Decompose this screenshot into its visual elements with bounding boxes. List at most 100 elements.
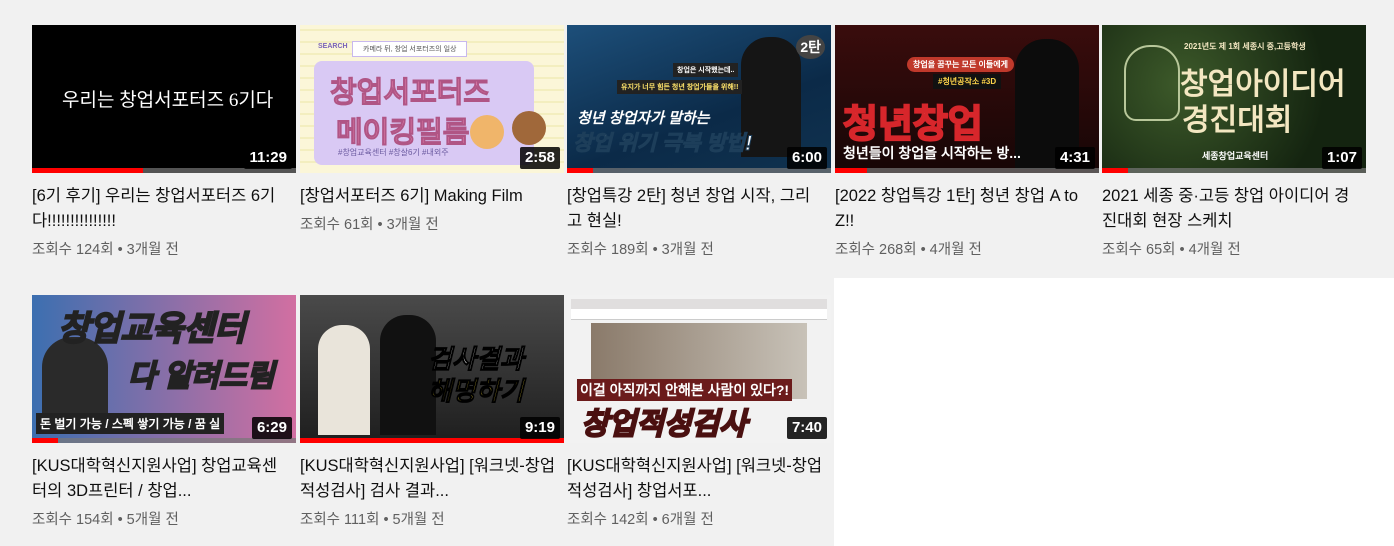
browser-address-bar [571, 309, 827, 320]
video-meta: 조회수 111회 • 5개월 전 [300, 510, 564, 530]
video-card[interactable]: 검사결과 해명하기 9:19 [KUS대학혁신지원사업] [워크넷-창업적성검사… [300, 295, 564, 530]
video-card[interactable]: 우리는 창업서포터즈 6기다 11:29 [6기 후기] 우리는 창업서포터즈 … [32, 25, 296, 260]
thumbnail-caption: SEARCH [318, 43, 348, 50]
video-meta: 조회수 65회 • 4개월 전 [1102, 240, 1366, 260]
duration-badge: 4:31 [1054, 147, 1095, 169]
character-illustration [512, 111, 546, 145]
thumbnail-caption: 이걸 아직까지 안해본 사람이 있다?! [577, 379, 793, 401]
video-thumbnail[interactable]: 창업교육센터 다 알려드림 돈 벌기 가능 / 스펙 쌓기 가능 / 꿈 실 6… [32, 295, 296, 443]
video-thumbnail[interactable]: 우리는 창업서포터즈 6기다 11:29 [32, 25, 296, 173]
upload-age: 4개월 전 [929, 242, 982, 258]
duration-badge: 11:29 [244, 147, 292, 169]
video-thumbnail[interactable]: 검사결과 해명하기 9:19 [300, 295, 564, 443]
upload-age: 4개월 전 [1188, 242, 1241, 258]
video-card[interactable]: SEARCH 카메라 뒤, 창업 서포터즈의 일상 창업서포터즈 메이킹필름 #… [300, 25, 564, 235]
thumbnail-caption: 2탄 [796, 35, 825, 59]
thumbnail-caption: 다 알려드림 [127, 359, 275, 394]
video-title[interactable]: [KUS대학혁신지원사업] [워크넷-창업적성검사] 검사 결과... [300, 454, 564, 504]
thumbnail-caption: 메이킹필름 [335, 117, 470, 150]
thumbnail-caption: 창업은 시작했는데.. [673, 63, 739, 77]
thumbnail-caption: 유지가 너무 힘든 청년 창업가들을 위해!! [617, 80, 743, 94]
view-count: 조회수 65회 [1102, 242, 1176, 258]
meta-separator: • [117, 512, 123, 528]
duration-badge: 2:58 [519, 147, 560, 169]
thumbnail-caption: 돈 벌기 가능 / 스펙 쌓기 가능 / 꿈 실 [36, 413, 225, 434]
thumbnail-caption: 청년 창업자가 말하는 [577, 110, 710, 127]
meta-separator: • [920, 242, 926, 258]
view-count: 조회수 61회 [300, 217, 374, 233]
duration-badge: 6:29 [251, 417, 292, 439]
view-count: 조회수 111회 [300, 512, 380, 528]
thumbnail-caption: 창업을 꿈꾸는 모든 이들에게 [907, 57, 1014, 72]
video-card[interactable]: 이걸 아직까지 안해본 사람이 있다?! 창업적성검사 7:40 [KUS대학혁… [567, 295, 831, 530]
watched-progress-bar [567, 168, 593, 173]
thumbnail-caption: 우리는 창업서포터즈 6기다 [62, 90, 274, 111]
video-title[interactable]: [KUS대학혁신지원사업] 창업교육센터의 3D프린터 / 창업... [32, 454, 296, 504]
lightbulb-icon [1124, 45, 1180, 121]
duration-badge: 6:00 [786, 147, 827, 169]
watched-progress-bar [32, 168, 143, 173]
meta-separator: • [652, 512, 658, 528]
video-card[interactable]: 창업교육센터 다 알려드림 돈 벌기 가능 / 스펙 쌓기 가능 / 꿈 실 6… [32, 295, 296, 530]
empty-area [834, 278, 1394, 546]
video-thumbnail[interactable]: 창업을 꿈꾸는 모든 이들에게 #청년공작소 #3D 청년창업 청년들이 창업을… [835, 25, 1099, 173]
view-count: 조회수 189회 [567, 242, 649, 258]
video-card[interactable]: 창업을 꿈꾸는 모든 이들에게 #청년공작소 #3D 청년창업 청년들이 창업을… [835, 25, 1099, 260]
video-meta: 조회수 124회 • 3개월 전 [32, 240, 296, 260]
thumbnail-caption: 해명하기 [428, 376, 525, 407]
duration-badge: 7:40 [786, 417, 827, 439]
video-meta: 조회수 268회 • 4개월 전 [835, 240, 1099, 260]
meta-separator: • [1179, 242, 1185, 258]
character-illustration [470, 115, 504, 149]
view-count: 조회수 142회 [567, 512, 649, 528]
video-meta: 조회수 189회 • 3개월 전 [567, 240, 831, 260]
meta-separator: • [377, 217, 383, 233]
meta-separator: • [117, 242, 123, 258]
watched-progress-bar [835, 168, 867, 173]
video-title[interactable]: 2021 세종 중·고등 창업 아이디어 경진대회 현장 스케치 [1102, 184, 1366, 234]
thumbnail-caption: 창업서포터즈 [329, 77, 491, 110]
view-count: 조회수 154회 [32, 512, 114, 528]
duration-badge: 9:19 [519, 417, 560, 439]
thumbnail-caption: 카메라 뒤, 창업 서포터즈의 일상 [352, 41, 468, 57]
video-meta: 조회수 61회 • 3개월 전 [300, 215, 564, 235]
duration-badge: 1:07 [1321, 147, 1362, 169]
thumbnail-caption: 청년들이 창업을 시작하는 방... [843, 145, 1021, 161]
view-count: 조회수 124회 [32, 242, 114, 258]
thumbnail-caption: 2021년도 제 1회 세종시 중,고등학생 [1184, 42, 1306, 51]
meta-separator: • [652, 242, 658, 258]
meta-separator: • [383, 512, 389, 528]
video-meta: 조회수 142회 • 6개월 전 [567, 510, 831, 530]
thumbnail-caption: #청년공작소 #3D [933, 74, 1002, 89]
thumbnail-caption: 창업교육센터 [57, 309, 247, 349]
upload-age: 5개월 전 [126, 512, 179, 528]
thumbnail-caption: 세종창업교육센터 [1202, 151, 1269, 161]
video-thumbnail[interactable]: SEARCH 카메라 뒤, 창업 서포터즈의 일상 창업서포터즈 메이킹필름 #… [300, 25, 564, 173]
video-thumbnail[interactable]: 이걸 아직까지 안해본 사람이 있다?! 창업적성검사 7:40 [567, 295, 831, 443]
upload-age: 3개월 전 [126, 242, 179, 258]
video-meta: 조회수 154회 • 5개월 전 [32, 510, 296, 530]
thumbnail-caption: 창업 위기 극복 방법! [572, 132, 753, 156]
thumbnail-caption: 창업적성검사 [580, 407, 748, 442]
video-thumbnail[interactable]: 2탄 창업은 시작했는데.. 유지가 너무 힘든 청년 창업가들을 위해!! 청… [567, 25, 831, 173]
thumbnail-caption: 경진대회 [1182, 104, 1293, 137]
upload-age: 5개월 전 [392, 512, 445, 528]
browser-tab-bar [571, 299, 827, 309]
watched-progress-bar [32, 438, 58, 443]
view-count: 조회수 268회 [835, 242, 917, 258]
upload-age: 3개월 전 [661, 242, 714, 258]
video-title[interactable]: [KUS대학혁신지원사업] [워크넷-창업적성검사] 창업서포... [567, 454, 831, 504]
video-thumbnail[interactable]: 2021년도 제 1회 세종시 중,고등학생 창업아이디어 경진대회 세종창업교… [1102, 25, 1366, 173]
thumbnail-caption: 청년창업 [842, 103, 984, 147]
person-figure [318, 325, 370, 435]
video-title[interactable]: [창업특강 2탄] 청년 창업 시작, 그리고 현실! [567, 184, 831, 234]
upload-age: 3개월 전 [386, 217, 439, 233]
upload-age: 6개월 전 [661, 512, 714, 528]
video-card[interactable]: 2021년도 제 1회 세종시 중,고등학생 창업아이디어 경진대회 세종창업교… [1102, 25, 1366, 260]
thumbnail-caption: #창업교육센터 #창살6기 #내외주 [338, 148, 449, 157]
video-card[interactable]: 2탄 창업은 시작했는데.. 유지가 너무 힘든 청년 창업가들을 위해!! 청… [567, 25, 831, 260]
video-title[interactable]: [창업서포터즈 6기] Making Film [300, 184, 564, 209]
video-title[interactable]: [2022 창업특강 1탄] 청년 창업 A to Z!! [835, 184, 1099, 234]
video-title[interactable]: [6기 후기] 우리는 창업서포터즈 6기다!!!!!!!!!!!!!!! [32, 184, 296, 234]
watched-progress-bar [1102, 168, 1128, 173]
